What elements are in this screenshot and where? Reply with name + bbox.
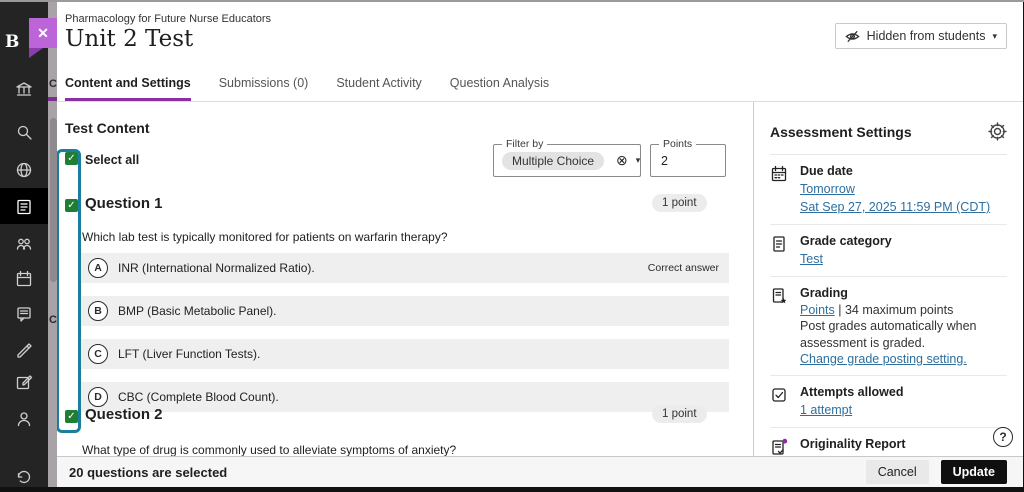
grading-icon <box>770 286 790 367</box>
test-content-heading: Test Content <box>65 120 150 136</box>
tab-bar: Content and Settings Submissions (0) Stu… <box>57 76 1023 102</box>
test-panel: ✕ Pharmacology for Future Nurse Educator… <box>57 2 1023 487</box>
attempts-allowed-icon <box>770 385 790 419</box>
courses-icon[interactable] <box>15 198 33 216</box>
chevron-down-icon: ▾ <box>992 31 997 42</box>
history-icon[interactable] <box>15 468 33 486</box>
answer-row-c: C LFT (Liver Function Tests). <box>78 339 729 369</box>
gear-icon[interactable] <box>988 122 1007 141</box>
question-1-text: Which lab test is typically monitored fo… <box>82 230 448 244</box>
calendar-nav-icon[interactable] <box>15 270 33 288</box>
selection-status: 20 questions are selected <box>69 465 227 480</box>
attempts-label: Attempts allowed <box>800 385 1007 399</box>
base-navigation-sidebar: B <box>0 2 48 487</box>
profile-icon[interactable] <box>15 410 33 428</box>
grading-points-rest: | 34 maximum points <box>835 303 954 317</box>
institution-icon[interactable] <box>15 80 33 98</box>
points-field[interactable]: Points 2 <box>650 144 726 177</box>
originality-report-icon <box>770 437 790 456</box>
answer-row-d: D CBC (Complete Blood Count). <box>78 382 729 412</box>
app-window: B <box>0 0 1024 492</box>
grading-section: Grading Points | 34 maximum points Post … <box>770 277 1007 376</box>
grading-post-text: Post grades automatically when assessmen… <box>800 319 976 349</box>
answer-text-d: CBC (Complete Blood Count). <box>118 390 279 404</box>
hidden-eye-icon <box>845 29 860 44</box>
question-1-checkbox[interactable]: ✓ <box>65 199 78 212</box>
page-title: Unit 2 Test <box>65 26 193 52</box>
filter-chip: Multiple Choice <box>502 152 604 170</box>
due-date-label: Due date <box>800 164 1007 178</box>
tab-question-analysis[interactable]: Question Analysis <box>450 76 549 101</box>
ghost-content-fragment: C <box>49 314 57 326</box>
select-all-label: Select all <box>85 153 139 167</box>
filter-by-legend: Filter by <box>502 138 547 150</box>
points-legend: Points <box>659 138 696 150</box>
grade-category-label: Grade category <box>800 234 1007 248</box>
question-2-title: Question 2 <box>85 406 163 423</box>
points-value: 2 <box>659 154 668 168</box>
dimmed-page-strip: C C <box>48 2 57 487</box>
search-icon[interactable] <box>15 123 33 141</box>
cancel-button[interactable]: Cancel <box>866 460 929 484</box>
answer-row-b: B BMP (Basic Metabolic Panel). <box>78 296 729 326</box>
tab-content-and-settings[interactable]: Content and Settings <box>65 76 191 101</box>
ghost-content-card <box>50 118 57 282</box>
attempts-link[interactable]: 1 attempt <box>800 402 852 418</box>
answer-letter-d: D <box>88 387 108 407</box>
grade-category-section: Grade category Test <box>770 225 1007 277</box>
attempts-section: Attempts allowed 1 attempt <box>770 376 1007 428</box>
question-1-title: Question 1 <box>85 195 163 212</box>
bottom-action-bar: 20 questions are selected Cancel Update <box>57 456 1023 487</box>
grading-points-link[interactable]: Points <box>800 302 835 318</box>
grading-posting-link[interactable]: Change grade posting setting. <box>800 351 967 367</box>
grades-icon[interactable] <box>15 340 33 358</box>
grading-label: Grading <box>800 286 1007 300</box>
tab-submissions[interactable]: Submissions (0) <box>219 76 309 101</box>
globe-icon[interactable] <box>15 161 33 179</box>
blackboard-logo: B <box>5 32 19 52</box>
test-content-area: Test Content ✓ Select all Filter by Mult… <box>57 102 753 456</box>
assessment-settings-heading: Assessment Settings <box>770 124 912 140</box>
visibility-label: Hidden from students <box>867 29 986 43</box>
question-2-points-badge: 1 point <box>652 405 707 423</box>
calendar-icon <box>770 164 790 216</box>
answer-letter-c: C <box>88 344 108 364</box>
due-date-section: Due date Tomorrow Sat Sep 27, 2025 11:59… <box>770 155 1007 225</box>
assessment-settings-panel: Assessment Settings Due date Tomorrow Sa… <box>753 102 1023 456</box>
help-icon[interactable]: ? <box>993 427 1013 447</box>
question-1-points-badge: 1 point <box>652 194 707 212</box>
tab-student-activity[interactable]: Student Activity <box>336 76 421 101</box>
originality-label: Originality Report <box>800 437 1007 451</box>
ghost-tab-underline <box>48 97 57 101</box>
answer-text-b: BMP (Basic Metabolic Panel). <box>118 304 277 318</box>
course-breadcrumb: Pharmacology for Future Nurse Educators <box>65 13 271 25</box>
ghost-tab-fragment: C <box>49 78 57 90</box>
select-all-checkbox[interactable]: ✓ <box>65 152 78 165</box>
answer-letter-a: A <box>88 258 108 278</box>
answer-text-c: LFT (Liver Function Tests). <box>118 347 260 361</box>
filter-caret-icon[interactable]: ▾ <box>636 155 641 166</box>
close-panel-button[interactable]: ✕ <box>29 18 57 48</box>
answer-row-a: A INR (International Normalized Ratio). … <box>78 253 729 283</box>
due-date-tomorrow-link[interactable]: Tomorrow <box>800 181 855 197</box>
answer-letter-b: B <box>88 301 108 321</box>
correct-answer-tag: Correct answer <box>648 262 719 274</box>
originality-section: Originality Report Enable SafeAssign <box>770 428 1007 456</box>
update-button[interactable]: Update <box>941 460 1007 484</box>
grade-category-icon <box>770 234 790 268</box>
due-date-full-link[interactable]: Sat Sep 27, 2025 11:59 PM (CDT) <box>800 199 990 215</box>
visibility-dropdown[interactable]: Hidden from students ▾ <box>835 23 1007 49</box>
messages-icon[interactable] <box>15 305 33 323</box>
tools-icon[interactable] <box>15 373 33 391</box>
close-button-fold <box>29 48 43 58</box>
organizations-icon[interactable] <box>15 235 33 253</box>
question-2-checkbox[interactable]: ✓ <box>65 410 78 423</box>
filter-by-field[interactable]: Filter by Multiple Choice ⊗ ▾ <box>493 144 641 177</box>
answer-text-a: INR (International Normalized Ratio). <box>118 261 315 275</box>
grade-category-link[interactable]: Test <box>800 251 823 267</box>
question-2-text: What type of drug is commonly used to al… <box>82 443 456 456</box>
filter-clear-icon[interactable]: ⊗ <box>616 152 628 169</box>
